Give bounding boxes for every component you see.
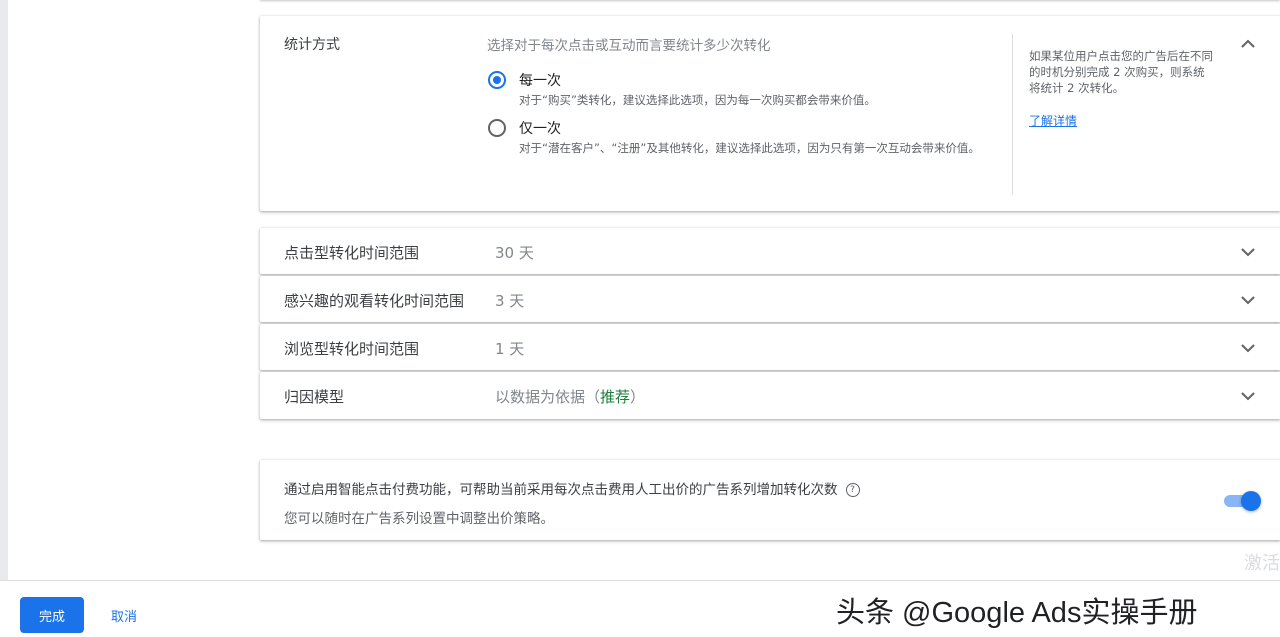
done-button[interactable]: 完成	[20, 597, 84, 633]
radio-option-one-description: 对于“潜在客户”、“注册”及其他转化，建议选择此选项，因为只有第一次互动会带来价…	[519, 141, 980, 155]
counting-method-description: 选择对于每次点击或互动而言要统计多少次转化	[487, 38, 771, 54]
view-through-window-row[interactable]: 浏览型转化时间范围 1 天	[260, 324, 1280, 370]
counting-method-label: 统计方式	[284, 37, 340, 53]
row-value: 3 天	[495, 292, 525, 310]
source-watermark: 头条 @Google Ads实操手册	[836, 596, 1198, 629]
smart-bidding-toggle[interactable]	[1224, 490, 1261, 511]
chevron-up-icon[interactable]	[1236, 32, 1260, 56]
row-value: 以数据为依据（推荐）	[495, 386, 645, 407]
recommended-badge: 推荐	[600, 388, 631, 406]
counting-help-text: 如果某位用户点击您的广告后在不同的时机分别完成 2 次购买，则系统将统计 2 次…	[1029, 49, 1213, 95]
smart-bidding-label: 通过启用智能点击付费功能，可帮助当前采用每次点击费用人工出价的广告系列增加转化次…	[284, 482, 838, 498]
smart-bidding-subtext: 您可以随时在广告系列设置中调整出价策略。	[284, 511, 554, 527]
learn-more-link[interactable]: 了解详情	[1029, 112, 1077, 129]
attribution-value-suffix: ）	[630, 388, 646, 406]
cancel-button[interactable]: 取消	[100, 597, 148, 633]
radio-option-every-description: 对于“购买”类转化，建议选择此选项，因为每一次购买都会带来价值。	[519, 93, 876, 107]
footer-bar: 完成 取消 头条 @Google Ads实操手册	[0, 580, 1280, 637]
page: 统计方式 选择对于每次点击或互动而言要统计多少次转化 每一次 对于“购买”类转化…	[0, 0, 1280, 637]
engaged-view-window-row[interactable]: 感兴趣的观看转化时间范围 3 天	[260, 276, 1280, 322]
attribution-value-prefix: 以数据为依据（	[495, 388, 601, 406]
counting-method-card: 统计方式 选择对于每次点击或互动而言要统计多少次转化 每一次 对于“购买”类转化…	[260, 16, 1280, 211]
row-value: 1 天	[495, 340, 525, 358]
chevron-down-icon[interactable]	[1236, 288, 1260, 312]
row-label: 归因模型	[284, 388, 345, 406]
row-label: 浏览型转化时间范围	[284, 340, 420, 358]
toggle-thumb	[1241, 491, 1261, 511]
left-gutter	[0, 0, 8, 580]
chevron-down-icon[interactable]	[1236, 384, 1260, 408]
activation-watermark: 激活	[1244, 553, 1280, 574]
row-value: 30 天	[495, 244, 534, 262]
help-circle-icon[interactable]: ?	[845, 483, 860, 497]
row-label: 点击型转化时间范围	[284, 244, 420, 262]
chevron-down-icon[interactable]	[1236, 240, 1260, 264]
click-through-window-row[interactable]: 点击型转化时间范围 30 天	[260, 228, 1280, 274]
smart-bidding-card: 通过启用智能点击付费功能，可帮助当前采用每次点击费用人工出价的广告系列增加转化次…	[260, 460, 1280, 540]
radio-option-one-title: 仅一次	[519, 121, 561, 137]
chevron-down-icon[interactable]	[1236, 336, 1260, 360]
row-label: 感兴趣的观看转化时间范围	[284, 292, 465, 310]
radio-button-every[interactable]	[488, 71, 506, 89]
radio-button-one[interactable]	[488, 119, 506, 137]
radio-option-every-title: 每一次	[519, 73, 561, 89]
smart-bidding-text: 通过启用智能点击付费功能，可帮助当前采用每次点击费用人工出价的广告系列增加转化次…	[284, 478, 860, 498]
help-divider	[1012, 34, 1013, 195]
attribution-model-row[interactable]: 归因模型 以数据为依据（推荐）	[260, 372, 1280, 419]
